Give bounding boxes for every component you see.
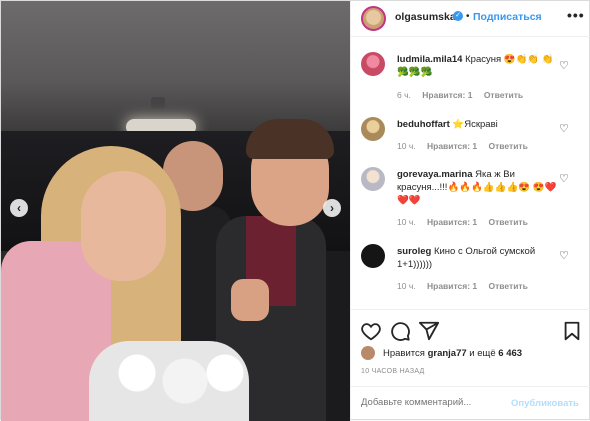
comment-username[interactable]: beduhoffart — [397, 119, 450, 130]
likes-suffix: и ещё — [469, 348, 496, 359]
like-comment-heart-icon[interactable]: ♡ — [559, 250, 571, 262]
person-right-hair — [246, 119, 334, 159]
reply-button[interactable]: Ответить — [489, 217, 528, 227]
commenter-avatar[interactable] — [361, 244, 385, 268]
like-comment-heart-icon[interactable]: ♡ — [559, 173, 571, 185]
comments-list[interactable]: ludmila.mila14 Красуня 😍👏👏 👏🥦🥦🥦 ♡ 6 ч. Н… — [351, 38, 590, 308]
comment-likes[interactable]: Нравится: 1 — [422, 90, 472, 100]
comment-username[interactable]: gorevaya.marina — [397, 169, 473, 180]
comment-meta: 10 ч. Нравится: 1 Ответить — [397, 281, 537, 291]
comment-username[interactable]: suroleg — [397, 246, 431, 257]
person-right-hand — [231, 279, 269, 321]
comment-username[interactable]: ludmila.mila14 — [397, 54, 462, 65]
car-ceiling — [1, 1, 350, 136]
comment-likes[interactable]: Нравится: 1 — [427, 281, 477, 291]
comment-body: suroleg Кино с Ольгой сумской 1+1)))))) — [397, 245, 557, 271]
flower-bouquet — [89, 341, 249, 421]
comment-time: 10 ч. — [397, 281, 416, 291]
reply-button[interactable]: Ответить — [484, 90, 523, 100]
comment-time: 6 ч. — [397, 90, 411, 100]
bookmark-icon[interactable] — [561, 320, 583, 342]
reply-button[interactable]: Ответить — [489, 281, 528, 291]
comment-time: 10 ч. — [397, 141, 416, 151]
like-comment-heart-icon[interactable]: ♡ — [559, 60, 571, 72]
post-side-panel: olgasumska ✓ • Подписаться ••• ludmila.m… — [350, 1, 590, 421]
comment-body: beduhoffart ⭐Яскраві — [397, 118, 557, 131]
like-comment-heart-icon[interactable]: ♡ — [559, 123, 571, 135]
comment-body: ludmila.mila14 Красуня 😍👏👏 👏🥦🥦🥦 — [397, 53, 557, 79]
add-comment-bar: Опубликовать — [351, 386, 590, 421]
post-header: olgasumska ✓ • Подписаться ••• — [351, 1, 590, 37]
comment-likes[interactable]: Нравится: 1 — [427, 141, 477, 151]
comment-likes[interactable]: Нравится: 1 — [427, 217, 477, 227]
likes-text[interactable]: Нравится granja77 и ещё 6 463 — [383, 348, 522, 359]
instagram-post: ‹ › olgasumska ✓ • Подписаться ••• ludmi… — [0, 0, 590, 421]
comment-meta: 10 ч. Нравится: 1 Ответить — [397, 217, 537, 227]
follow-button[interactable]: Подписаться — [473, 11, 542, 23]
person-left-face — [81, 171, 166, 281]
comment-meta: 10 ч. Нравится: 1 Ответить — [397, 141, 537, 151]
post-timestamp: 10 ЧАСОВ НАЗАД — [361, 368, 425, 375]
liker-username[interactable]: granja77 — [428, 348, 467, 359]
reply-button[interactable]: Ответить — [489, 141, 528, 151]
share-paper-plane-icon[interactable] — [418, 320, 440, 342]
ceiling-handle — [151, 97, 165, 109]
commenter-avatar[interactable] — [361, 52, 385, 76]
previous-photo-button[interactable]: ‹ — [10, 199, 28, 217]
header-separator: • — [466, 11, 470, 22]
post-photo[interactable]: ‹ › — [1, 1, 350, 421]
comment-body: gorevaya.marina Яка ж Ви красуня...!!!🔥🔥… — [397, 168, 557, 207]
publish-button[interactable]: Опубликовать — [511, 398, 579, 409]
comment-bubble-icon[interactable] — [389, 320, 411, 342]
verified-badge-icon: ✓ — [453, 11, 463, 21]
comment-meta: 6 ч. Нравится: 1 Ответить — [397, 90, 532, 100]
liker-avatar[interactable] — [361, 346, 375, 360]
next-photo-button[interactable]: › — [323, 199, 341, 217]
like-heart-icon[interactable] — [360, 320, 382, 342]
comment-input[interactable] — [361, 397, 501, 408]
comment-time: 10 ч. — [397, 217, 416, 227]
post-actions-bar — [351, 309, 590, 349]
comment-text: ⭐Яскраві — [452, 119, 498, 130]
author-avatar[interactable] — [361, 6, 386, 31]
author-username[interactable]: olgasumska — [395, 11, 456, 23]
likes-summary: Нравится granja77 и ещё 6 463 — [361, 346, 586, 362]
likes-count[interactable]: 6 463 — [498, 348, 522, 359]
commenter-avatar[interactable] — [361, 167, 385, 191]
commenter-avatar[interactable] — [361, 117, 385, 141]
likes-prefix: Нравится — [383, 348, 425, 359]
more-options-button[interactable]: ••• — [567, 7, 585, 23]
